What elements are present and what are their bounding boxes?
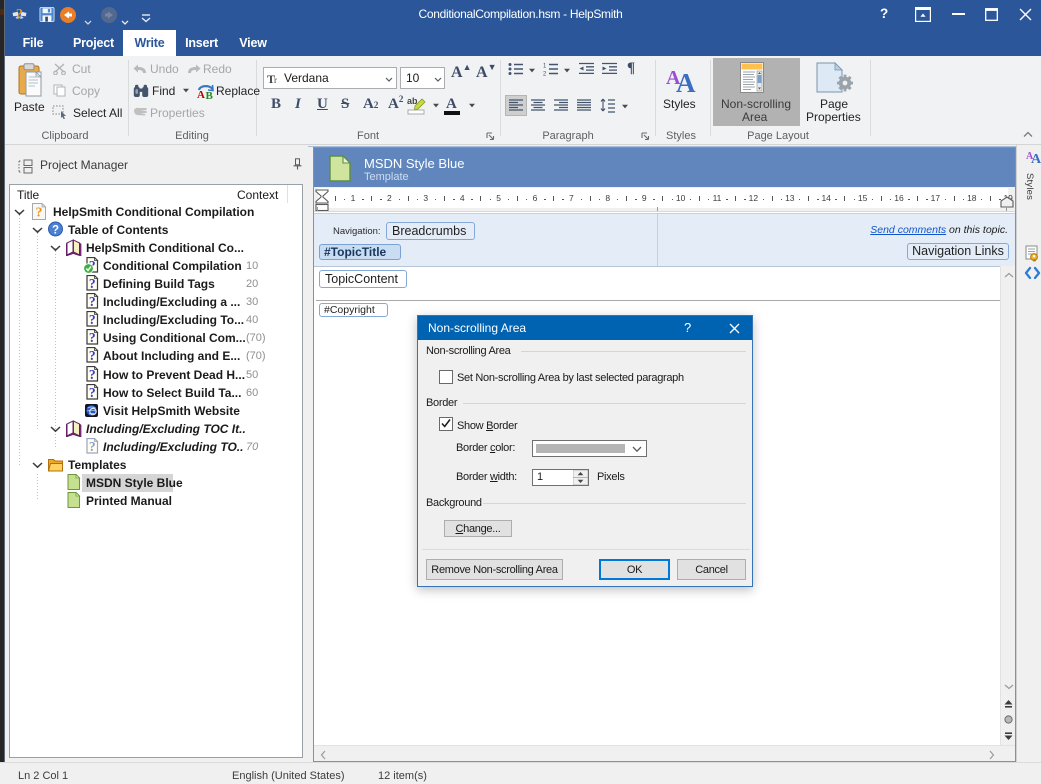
svg-text:?: ?	[89, 330, 96, 345]
svg-text:?: ?	[89, 385, 96, 400]
svg-text:?: ?	[52, 225, 59, 237]
svg-text:2: 2	[543, 72, 547, 77]
svg-text:?: ?	[89, 348, 96, 363]
svg-text:B: B	[206, 90, 214, 99]
svg-text:A: A	[197, 89, 205, 99]
svg-text:?: ?	[89, 367, 96, 382]
svg-text:r: r	[274, 75, 277, 85]
svg-text:?: ?	[36, 206, 43, 221]
svg-text:?: ?	[89, 312, 96, 327]
svg-text:?: ?	[89, 294, 96, 309]
svg-text:?: ?	[89, 276, 96, 291]
svg-text:A: A	[1031, 152, 1041, 165]
svg-text:A: A	[676, 68, 696, 94]
svg-text:1: 1	[543, 64, 547, 70]
svg-text:?: ?	[89, 439, 96, 454]
